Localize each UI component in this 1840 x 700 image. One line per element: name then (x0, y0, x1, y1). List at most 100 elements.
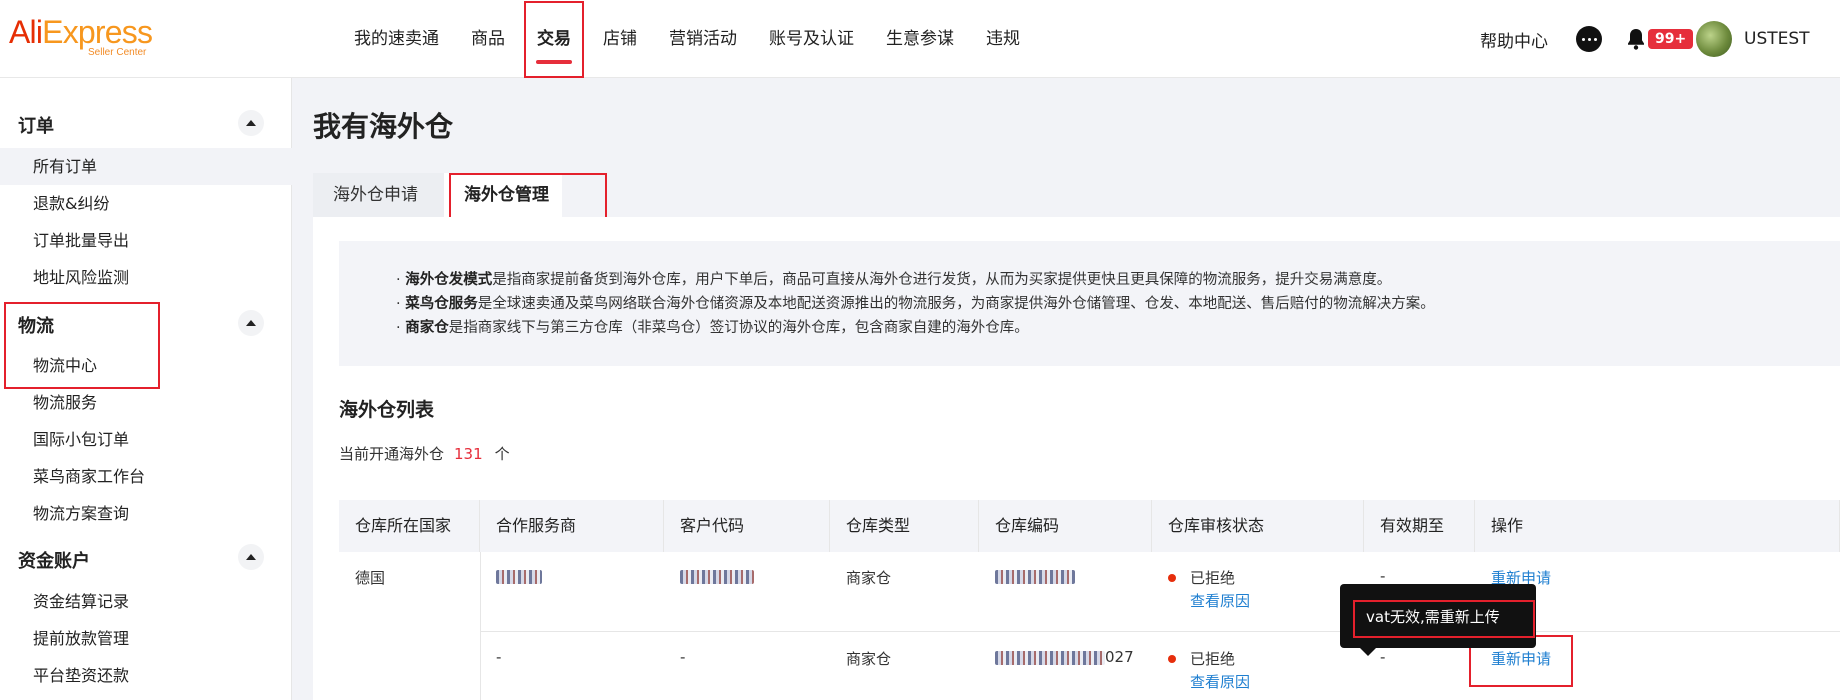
sidebar-item-batch-export[interactable]: 订单批量导出 (0, 222, 292, 259)
reapply-link[interactable]: 重新申请 (1475, 648, 1551, 669)
sidebar-item-address-risk[interactable]: 地址风险监测 (0, 259, 292, 296)
col-header-actions: 操作 (1475, 500, 1840, 552)
sidebar-item-label: 资金结算记录 (33, 592, 130, 611)
cell-provider-redacted (480, 567, 542, 585)
nav-item-business-analytics[interactable]: 生意参谋 (870, 0, 970, 78)
nav-label: 店铺 (603, 29, 637, 49)
sidebar-item-early-payout[interactable]: 提前放款管理 (0, 620, 292, 657)
cell-type: 商家仓 (846, 650, 892, 668)
col-header-country: 仓库所在国家 (339, 500, 480, 552)
cell-client-code: - (680, 648, 686, 666)
avatar[interactable] (1696, 21, 1732, 57)
page-title: 我有海外仓 (313, 110, 454, 143)
sidebar-item-label: 国际小包订单 (33, 430, 130, 449)
col-header-status: 仓库审核状态 (1152, 500, 1364, 552)
logo-subtitle: Seller Center (88, 47, 147, 58)
sidebar-item-label: 退款&纠纷 (33, 194, 110, 213)
row-divider (480, 631, 1840, 632)
sidebar-item-all-orders[interactable]: 所有订单 (0, 148, 292, 185)
sidebar-item-label: 物流服务 (33, 393, 98, 412)
section-title: 海外仓列表 (339, 399, 435, 421)
sidebar-item-label: 地址风险监测 (33, 268, 130, 287)
chat-icon[interactable] (1576, 26, 1602, 52)
collapse-caret-icon[interactable] (238, 310, 264, 336)
col-header-type: 仓库类型 (830, 500, 979, 552)
logo-text-express: Express (42, 14, 153, 50)
sidebar-item-intl-parcel-orders[interactable]: 国际小包订单 (0, 421, 292, 458)
main-content: 我有海外仓 海外仓申请 海外仓管理 · 海外仓发模式是指商家提前备货到海外仓库，… (292, 78, 1840, 700)
sidebar-group-title[interactable]: 订单 (18, 112, 54, 138)
info-line-overseas-mode: · 海外仓发模式是指商家提前备货到海外仓库，用户下单后，商品可直接从海外仓进行发… (396, 272, 1392, 288)
nav-label: 商品 (471, 29, 505, 49)
info-line-merchant-warehouse: · 商家仓是指商家线下与第三方仓库（非菜鸟仓）签订协议的海外仓库，包含商家自建的… (396, 320, 1029, 336)
help-center-link[interactable]: 帮助中心 (1480, 27, 1548, 52)
highlight-box (524, 1, 584, 78)
col-header-valid-until: 有效期至 (1364, 500, 1475, 552)
sidebar-item-label: 物流中心 (33, 356, 98, 375)
sidebar-item-logistics-plan-query[interactable]: 物流方案查询 (0, 495, 292, 532)
count-label: 当前开通海外仓 (339, 445, 445, 463)
count-value: 131 (454, 445, 483, 463)
nav-label: 营销活动 (669, 29, 737, 49)
sidebar-item-settlement-records[interactable]: 资金结算记录 (0, 583, 292, 620)
collapse-caret-icon[interactable] (238, 544, 264, 570)
sidebar-item-label: 菜鸟商家工作台 (33, 467, 146, 486)
tooltip-arrow (1360, 648, 1376, 656)
nav-item-violations[interactable]: 违规 (970, 0, 1036, 78)
col-header-provider: 合作服务商 (480, 500, 664, 552)
tab-label: 海外仓管理 (464, 185, 549, 205)
username[interactable]: USTEST (1744, 29, 1810, 49)
sidebar-item-label: 物流方案查询 (33, 504, 130, 523)
col-header-client-code: 客户代码 (664, 500, 830, 552)
bell-icon (1628, 29, 1644, 50)
tab-warehouse-application[interactable]: 海外仓申请 (313, 173, 444, 217)
aliexpress-logo[interactable]: AliExpress Seller Center (9, 14, 169, 60)
code-suffix: 027 (1105, 648, 1134, 666)
sidebar-group-title[interactable]: 物流 (18, 312, 54, 338)
status-text: 已拒绝 (1190, 650, 1236, 668)
logo-text-ali: Ali (9, 14, 43, 50)
notification-bell[interactable]: 99+ (1624, 25, 1694, 53)
col-header-code: 仓库编码 (979, 500, 1152, 552)
nav-item-my-aliexpress[interactable]: 我的速卖通 (338, 0, 455, 78)
notification-badge: 99+ (1648, 29, 1694, 49)
cell-status: 已拒绝 查看原因 (1152, 648, 1250, 692)
sidebar-group-title[interactable]: 资金账户 (18, 547, 90, 573)
nav-label: 我的速卖通 (354, 29, 439, 49)
rejection-reason-tooltip: vat无效,需重新上传 (1340, 584, 1536, 656)
warehouse-count: 当前开通海外仓 131 个 (339, 443, 510, 464)
nav-item-marketing[interactable]: 营销活动 (653, 0, 753, 78)
sidebar-item-logistics-services[interactable]: 物流服务 (0, 384, 292, 421)
sidebar-item-cainiao-workbench[interactable]: 菜鸟商家工作台 (0, 458, 292, 495)
nav-label: 违规 (986, 29, 1020, 49)
cell-provider: - (496, 648, 502, 666)
status-dot (1168, 573, 1176, 582)
nav-item-account[interactable]: 账号及认证 (753, 0, 870, 78)
status-dot (1168, 654, 1176, 663)
info-line-cainiao-service: · 菜鸟仓服务是全球速卖通及菜鸟网络联合海外仓储资源及本地配送资源推出的物流服务… (396, 296, 1435, 312)
cell-country: 德国 (355, 569, 386, 587)
top-nav: 我的速卖通 商品 交易 店铺 营销活动 账号及认证 生意参谋 违规 (338, 0, 1036, 78)
header-tools: 帮助中心 99+ USTEST (1480, 0, 1810, 78)
view-reason-link[interactable]: 查看原因 (1190, 590, 1250, 611)
nav-item-transactions[interactable]: 交易 (521, 0, 587, 78)
cell-code-redacted (979, 567, 1075, 585)
management-panel: · 海外仓发模式是指商家提前备货到海外仓库，用户下单后，商品可直接从海外仓进行发… (313, 217, 1840, 700)
view-reason-link[interactable]: 查看原因 (1190, 671, 1250, 692)
tab-label: 海外仓申请 (333, 185, 418, 205)
sidebar-item-label: 平台垫资还款 (33, 666, 130, 685)
nav-item-store[interactable]: 店铺 (587, 0, 653, 78)
cell-status: 已拒绝 查看原因 (1152, 567, 1250, 611)
sidebar-item-logistics-center[interactable]: 物流中心 (0, 347, 292, 384)
collapse-caret-icon[interactable] (238, 110, 264, 136)
sidebar-item-label: 所有订单 (33, 157, 98, 176)
sidebar-item-refunds[interactable]: 退款&纠纷 (0, 185, 292, 222)
nav-item-products[interactable]: 商品 (455, 0, 521, 78)
sidebar: 订单 所有订单 退款&纠纷 订单批量导出 地址风险监测 物流 物流中心 物流服务… (0, 78, 292, 700)
tab-warehouse-management[interactable]: 海外仓管理 (444, 173, 562, 217)
nav-label: 账号及认证 (769, 29, 854, 49)
info-box: · 海外仓发模式是指商家提前备货到海外仓库，用户下单后，商品可直接从海外仓进行发… (339, 241, 1840, 366)
sidebar-item-advance-repayment[interactable]: 平台垫资还款 (0, 657, 292, 694)
nav-label: 生意参谋 (886, 29, 954, 49)
cell-code: 027 (979, 648, 1134, 666)
